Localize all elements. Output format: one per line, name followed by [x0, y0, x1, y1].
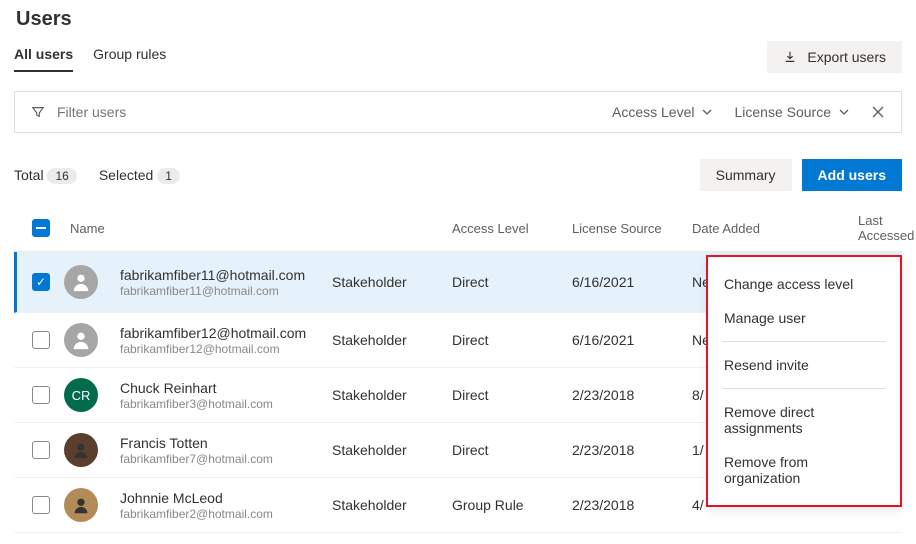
- menu-manage-user[interactable]: Manage user: [708, 301, 900, 335]
- col-license[interactable]: License Source: [572, 221, 692, 236]
- clear-filter-icon[interactable]: [871, 105, 885, 119]
- chevron-down-icon: [702, 107, 712, 117]
- table-header: Name Access Level License Source Date Ad…: [14, 205, 902, 252]
- export-users-button[interactable]: Export users: [767, 41, 902, 73]
- filter-bar: Access Level License Source: [14, 91, 902, 133]
- row-checkbox[interactable]: [32, 496, 50, 514]
- license-source-dropdown[interactable]: License Source: [734, 104, 849, 120]
- row-secondary: fabrikamfiber12@hotmail.com: [120, 342, 332, 356]
- row-checkbox[interactable]: [32, 441, 50, 459]
- row-license: Direct: [452, 387, 572, 403]
- row-license: Direct: [452, 274, 572, 290]
- download-icon: [783, 50, 797, 64]
- row-access: Stakeholder: [332, 332, 452, 348]
- row-license: Direct: [452, 332, 572, 348]
- tab-bar: All users Group rules Export users: [14, 41, 902, 73]
- row-added: 2/23/2018: [572, 442, 692, 458]
- page-title: Users: [14, 8, 902, 31]
- selected-label-group: Selected 1: [99, 167, 180, 183]
- avatar: [64, 265, 98, 299]
- row-added: 2/23/2018: [572, 387, 692, 403]
- chevron-down-icon: [839, 107, 849, 117]
- select-all-checkbox[interactable]: [32, 219, 50, 237]
- row-added: 2/23/2018: [572, 497, 692, 513]
- summary-button[interactable]: Summary: [700, 159, 792, 191]
- users-table: Name Access Level License Source Date Ad…: [14, 205, 902, 533]
- avatar: [64, 433, 98, 467]
- row-primary: fabrikamfiber12@hotmail.com: [120, 325, 332, 341]
- menu-resend-invite[interactable]: Resend invite: [708, 348, 900, 382]
- export-users-label: Export users: [807, 49, 886, 65]
- row-secondary: fabrikamfiber2@hotmail.com: [120, 507, 332, 521]
- row-added: 6/16/2021: [572, 332, 692, 348]
- row-primary: fabrikamfiber11@hotmail.com: [120, 267, 332, 283]
- avatar: CR: [64, 378, 98, 412]
- access-level-dropdown[interactable]: Access Level: [612, 104, 712, 120]
- row-added: 6/16/2021: [572, 274, 692, 290]
- col-accessed[interactable]: Last Accessed↑: [858, 213, 898, 243]
- avatar: [64, 323, 98, 357]
- row-license: Direct: [452, 442, 572, 458]
- row-checkbox[interactable]: [32, 386, 50, 404]
- row-checkbox[interactable]: [32, 331, 50, 349]
- filter-icon: [31, 105, 45, 119]
- col-access[interactable]: Access Level: [452, 221, 572, 236]
- selected-count-badge: 1: [157, 168, 180, 184]
- row-access: Stakeholder: [332, 274, 452, 290]
- row-secondary: fabrikamfiber3@hotmail.com: [120, 397, 332, 411]
- row-primary: Johnnie McLeod: [120, 490, 332, 506]
- add-users-button[interactable]: Add users: [802, 159, 902, 191]
- row-license: Group Rule: [452, 497, 572, 513]
- menu-divider: [722, 341, 886, 342]
- row-secondary: fabrikamfiber11@hotmail.com: [120, 284, 332, 298]
- avatar: [64, 488, 98, 522]
- col-name[interactable]: Name: [64, 221, 332, 236]
- menu-divider: [722, 388, 886, 389]
- row-access: Stakeholder: [332, 442, 452, 458]
- menu-remove-direct[interactable]: Remove direct assignments: [708, 395, 900, 445]
- tab-group-rules[interactable]: Group rules: [93, 42, 166, 72]
- row-primary: Francis Totten: [120, 435, 332, 451]
- row-primary: Chuck Reinhart: [120, 380, 332, 396]
- row-access: Stakeholder: [332, 387, 452, 403]
- access-level-dropdown-label: Access Level: [612, 104, 694, 120]
- row-access: Stakeholder: [332, 497, 452, 513]
- total-label-group: Total 16: [14, 167, 77, 183]
- total-count-badge: 16: [47, 168, 76, 184]
- summary-row: Total 16 Selected 1 Summary Add users: [14, 159, 902, 191]
- tab-all-users[interactable]: All users: [14, 42, 73, 72]
- col-added[interactable]: Date Added: [692, 221, 858, 236]
- row-secondary: fabrikamfiber7@hotmail.com: [120, 452, 332, 466]
- filter-input[interactable]: [57, 104, 257, 120]
- menu-change-access[interactable]: Change access level: [708, 267, 900, 301]
- license-source-dropdown-label: License Source: [734, 104, 831, 120]
- row-context-menu: Change access level Manage user Resend i…: [706, 255, 902, 507]
- row-checkbox[interactable]: [32, 273, 50, 291]
- menu-remove-org[interactable]: Remove from organization: [708, 445, 900, 495]
